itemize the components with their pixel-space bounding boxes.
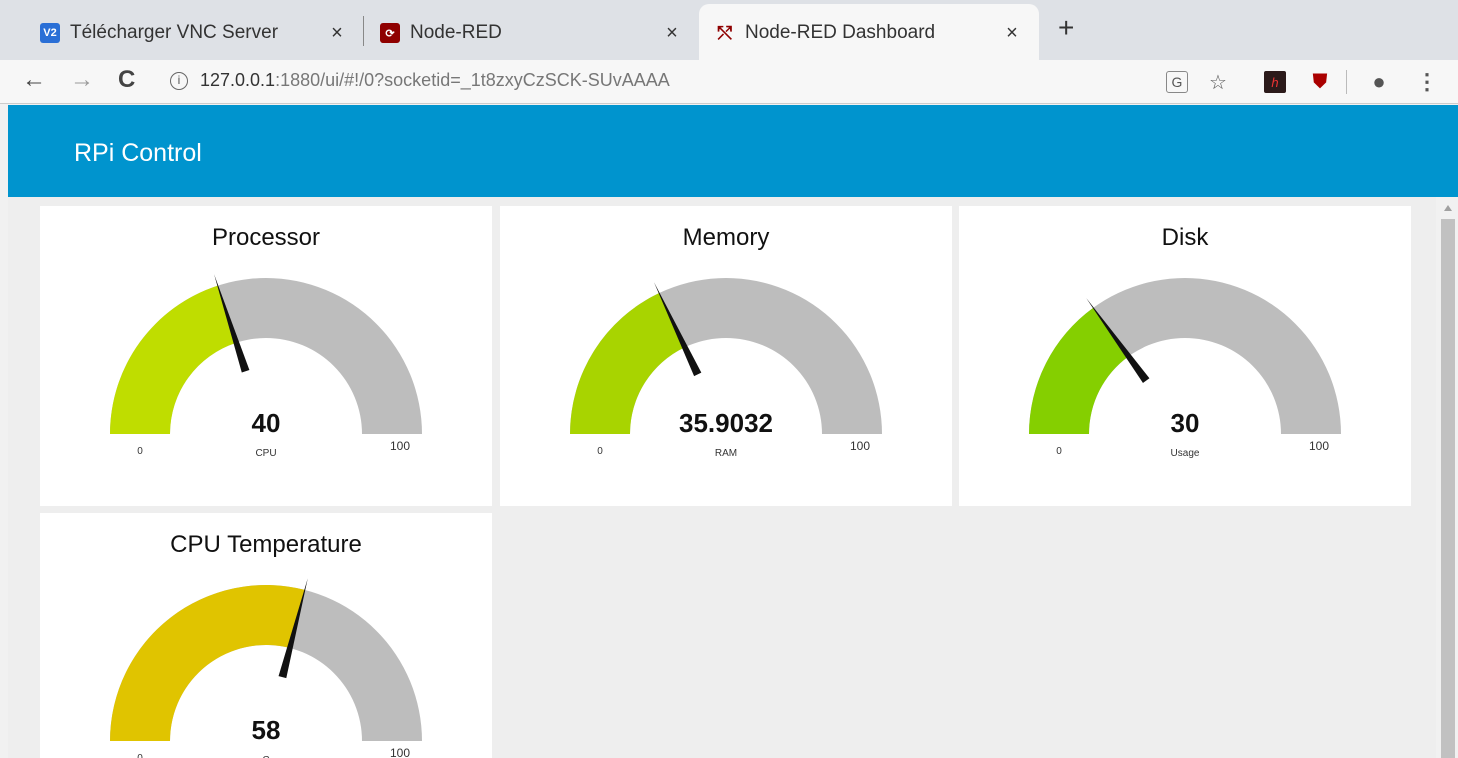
forward-icon[interactable]: →: [70, 66, 94, 94]
tab-vnc[interactable]: V2 Télécharger VNC Server ×: [24, 6, 364, 60]
tab-title: Node-RED: [410, 22, 502, 43]
gauge-max-label: 100: [390, 746, 410, 758]
gauge-units: CPU: [255, 448, 276, 459]
gauge-min-label: 0: [597, 446, 603, 457]
new-tab-button[interactable]: +: [1058, 12, 1074, 44]
back-icon[interactable]: ←: [22, 66, 46, 94]
node-red-dashboard-icon: ⤲: [717, 22, 733, 43]
info-icon[interactable]: i: [170, 71, 188, 90]
scroll-thumb[interactable]: [1441, 219, 1455, 758]
vnc-icon: V2: [40, 23, 60, 43]
gauge-fill: [110, 285, 237, 434]
toolbar-divider: [1346, 70, 1347, 94]
gauge-card-processor: Processor 40 CPU 0 100: [40, 206, 492, 506]
gauge-card-disk: Disk 30 Usage 0 100: [959, 206, 1411, 506]
star-icon[interactable]: ☆: [1207, 71, 1229, 94]
gauge-value: 35.9032: [679, 408, 773, 438]
gauge-units: Usage: [1171, 448, 1200, 459]
processor-gauge: 40 CPU 0 100: [110, 274, 422, 459]
reload-icon[interactable]: C: [118, 66, 135, 94]
ublock-icon[interactable]: ⛊: [1309, 71, 1331, 93]
dashboard-header: RPi Control: [8, 105, 1458, 197]
close-icon[interactable]: ×: [1001, 22, 1023, 45]
gauge-min-label: 0: [137, 446, 143, 457]
gauge-min-label: 0: [137, 753, 143, 758]
tab-title: Télécharger VNC Server: [70, 22, 279, 43]
close-icon[interactable]: ×: [326, 22, 348, 45]
profile-icon[interactable]: ●: [1368, 69, 1390, 94]
gauge-value: 30: [1171, 408, 1200, 438]
page-title: RPi Control: [74, 139, 202, 167]
gauge-min-label: 0: [1056, 446, 1062, 457]
scrollbar[interactable]: [1438, 197, 1458, 758]
gauge-card-cpu-temperature: CPU Temperature 58C0100: [40, 513, 492, 758]
browser-toolbar: ← → C i 127.0.0.1 :1880/ui/#!/0?socketid…: [0, 60, 1458, 104]
tab-node-red[interactable]: ⟳ Node-RED ×: [364, 6, 699, 60]
gauge-fill: [570, 293, 685, 434]
gauge-value: 40: [252, 408, 281, 438]
node-red-icon: ⟳: [380, 23, 400, 43]
menu-icon[interactable]: ⋮: [1416, 69, 1438, 94]
disk-gauge: 30 Usage 0 100: [1029, 278, 1341, 459]
gauge-max-label: 100: [850, 439, 870, 453]
translate-icon[interactable]: G: [1166, 71, 1188, 93]
gauge-value: 58: [252, 715, 281, 745]
url-path: :1880/ui/#!/0?socketid=_1t8zxyCzSCK-SUvA…: [275, 70, 670, 90]
scroll-up-arrow-icon[interactable]: [1444, 205, 1452, 211]
tab-title: Node-RED Dashboard: [745, 22, 936, 43]
browser-tab-bar: V2 Télécharger VNC Server × ⟳ Node-RED ×…: [0, 0, 1458, 62]
extension-icon[interactable]: h: [1264, 71, 1286, 93]
close-icon[interactable]: ×: [661, 22, 683, 45]
tab-node-red-dashboard[interactable]: ⤲ Node-RED Dashboard ×: [699, 4, 1039, 62]
gauge-units: RAM: [715, 448, 737, 459]
cpu-temperature-gauge: 58C0100: [110, 578, 422, 758]
gauge-max-label: 100: [390, 439, 410, 453]
address-bar[interactable]: i 127.0.0.1 :1880/ui/#!/0?socketid=_1t8z…: [170, 70, 670, 91]
gauge-max-label: 100: [1309, 439, 1329, 453]
memory-gauge: 35.9032 RAM 0 100: [570, 278, 882, 459]
url-host: 127.0.0.1: [200, 70, 276, 90]
gauge-card-memory: Memory 35.9032 RAM 0 100: [500, 206, 952, 506]
